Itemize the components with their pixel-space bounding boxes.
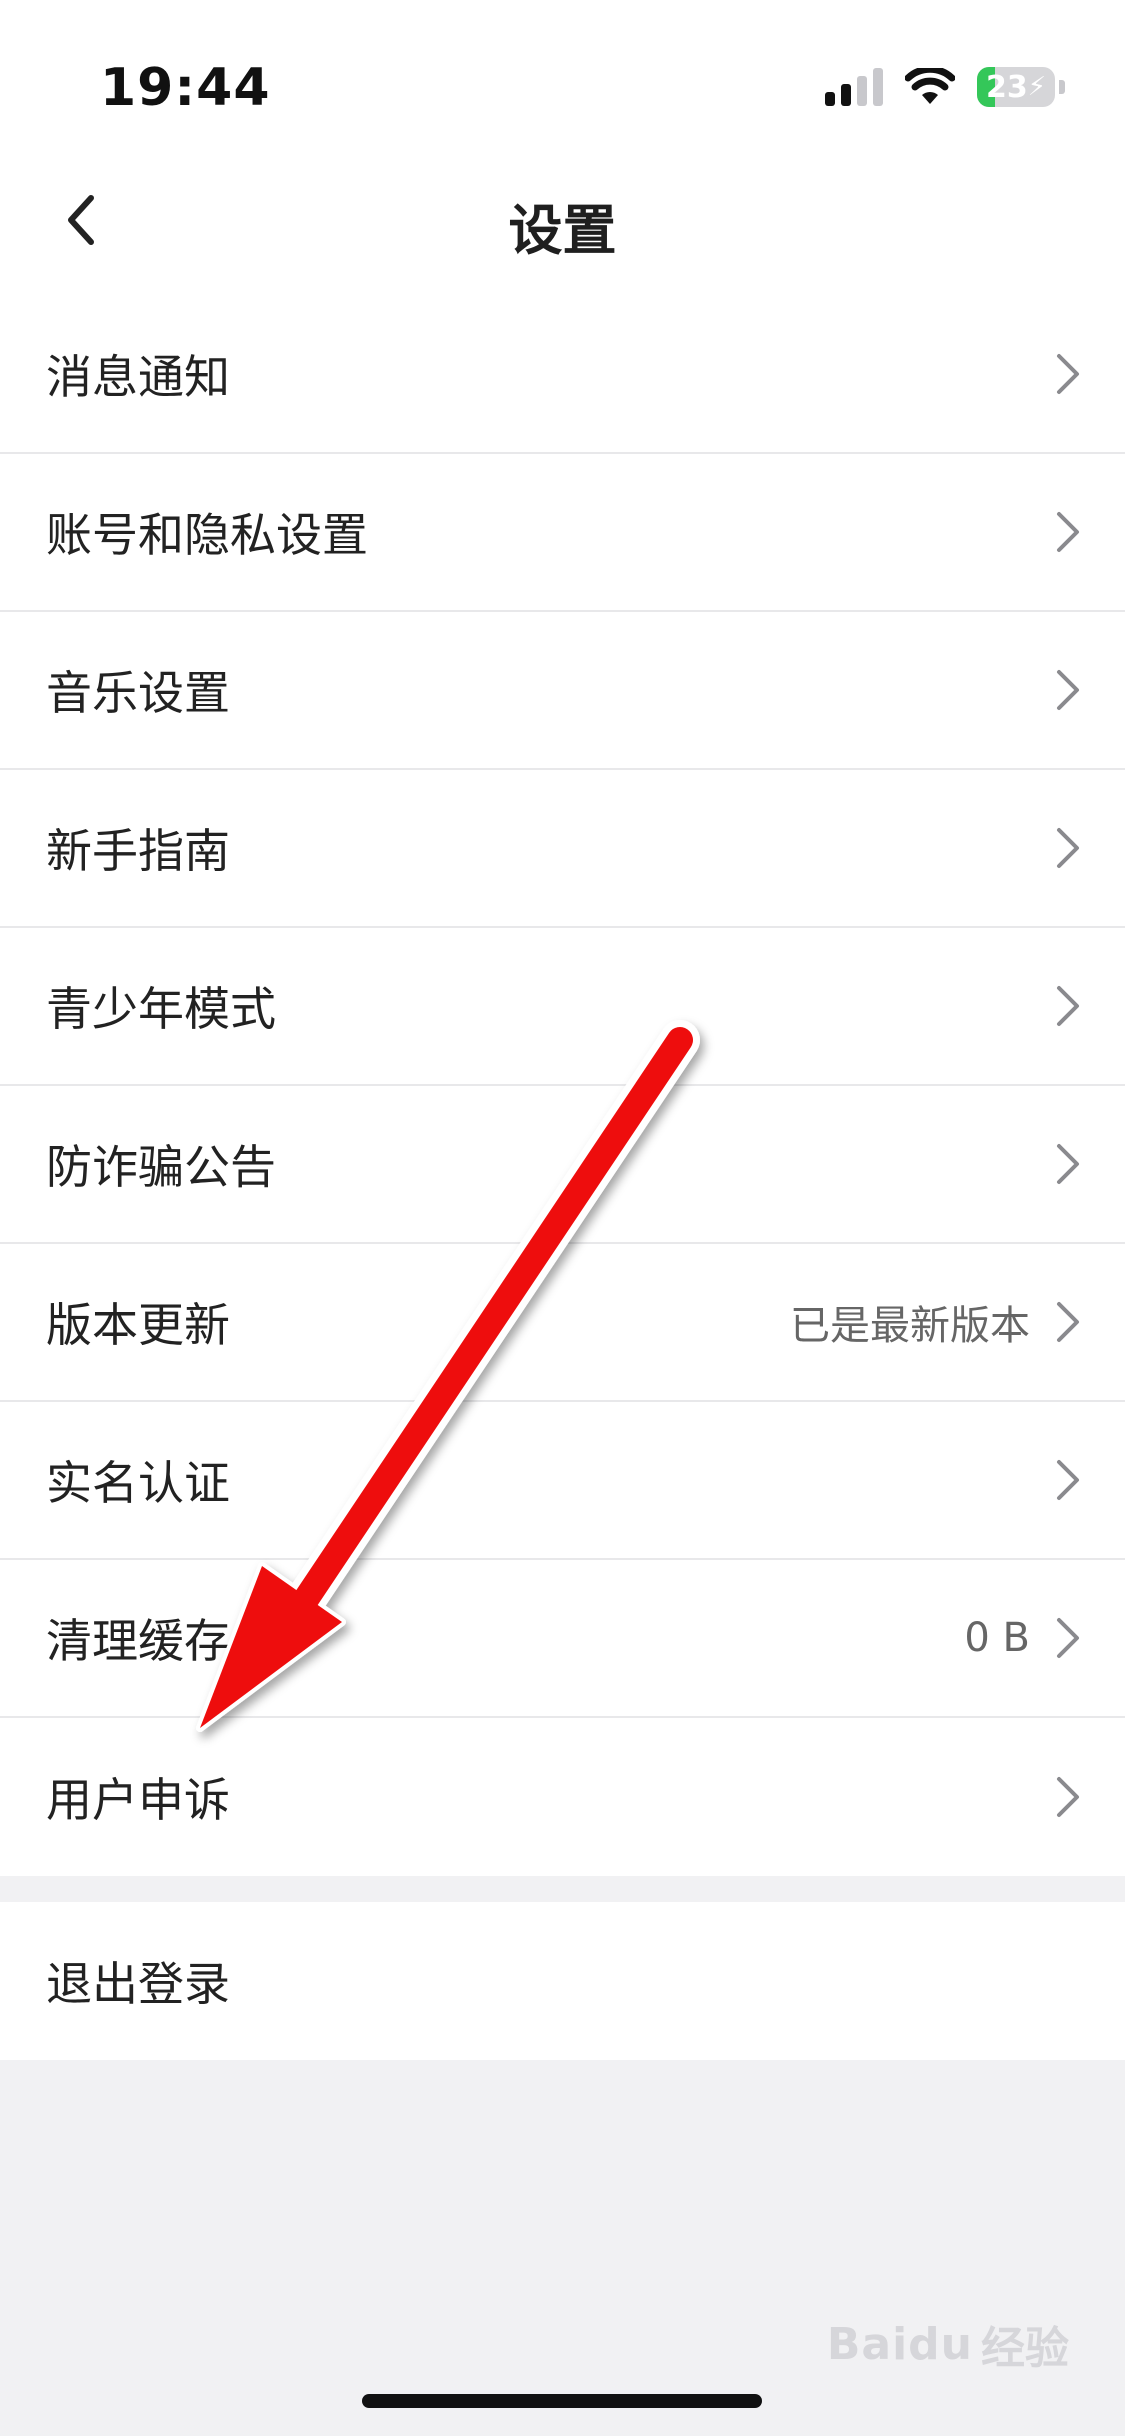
settings-screen: 19:44 23 ⚡ 设置 消息通知 账号和隐私设置 音乐设置 新手指南 青少年… (0, 0, 1125, 2436)
settings-item[interactable]: 防诈骗公告 (0, 1086, 1125, 1244)
settings-item[interactable]: 消息通知 (0, 296, 1125, 454)
battery-level: 23 ⚡ (985, 69, 1046, 105)
settings-item-label: 防诈骗公告 (46, 1140, 276, 1194)
chevron-right-icon (1057, 1144, 1079, 1184)
chevron-right-icon (1057, 1302, 1079, 1342)
battery-cap (1059, 80, 1065, 94)
battery-icon: 23 ⚡ (977, 67, 1055, 107)
logout-label: 退出登录 (46, 1957, 230, 2011)
chevron-right-icon (1057, 1777, 1079, 1817)
settings-list: 消息通知账号和隐私设置 音乐设置新手指南青少年模式防诈骗公告版本更新 已是最新版本实… (0, 296, 1125, 1876)
status-bar: 19:44 23 ⚡ (0, 0, 1125, 150)
chevron-right-icon (1057, 828, 1079, 868)
home-indicator[interactable] (362, 2394, 762, 2408)
settings-item-label: 账号和隐私设置 (46, 508, 368, 562)
settings-item-label: 新手指南 (46, 824, 230, 878)
settings-item-label: 用户申诉 (46, 1773, 230, 1827)
cellular-signal-icon (825, 68, 883, 106)
settings-item-label: 版本更新 (46, 1298, 230, 1352)
status-indicators: 23 ⚡ (825, 62, 1065, 112)
baidu-watermark: Baidu 经验 (827, 2312, 1069, 2376)
status-time: 19:44 (100, 58, 271, 118)
settings-item[interactable]: 音乐设置 (0, 612, 1125, 770)
chevron-right-icon (1057, 670, 1079, 710)
settings-item-value: 0 B (964, 1615, 1030, 1661)
settings-item[interactable]: 新手指南 (0, 770, 1125, 928)
chevron-right-icon (1057, 512, 1079, 552)
settings-item-label: 消息通知 (46, 350, 230, 404)
settings-item-label: 青少年模式 (46, 982, 276, 1036)
settings-item-label: 清理缓存 (46, 1614, 230, 1668)
watermark-brand: Baidu (826, 2318, 973, 2370)
logout-button[interactable]: 退出登录 (0, 1902, 1125, 2060)
navigation-bar: 设置 (0, 150, 1125, 296)
wifi-icon (905, 68, 955, 104)
chevron-right-icon (1057, 986, 1079, 1026)
chevron-right-icon (1057, 1618, 1079, 1658)
settings-item[interactable]: 清理缓存 0 B (0, 1560, 1125, 1718)
watermark-sub: 经验 (981, 2323, 1069, 2374)
page-title: 设置 (508, 199, 617, 262)
settings-item-label: 实名认证 (46, 1456, 230, 1510)
settings-item[interactable]: 用户申诉 (0, 1718, 1125, 1876)
settings-item[interactable]: 版本更新 已是最新版本 (0, 1244, 1125, 1402)
chevron-right-icon (1057, 1460, 1079, 1500)
settings-item-value: 已是最新版本 (790, 1303, 1030, 1349)
settings-item[interactable]: 账号和隐私设置 (0, 454, 1125, 612)
settings-item-label: 音乐设置 (46, 666, 230, 720)
chevron-right-icon (1057, 354, 1079, 394)
settings-item[interactable]: 实名认证 (0, 1402, 1125, 1560)
settings-item[interactable]: 青少年模式 (0, 928, 1125, 1086)
